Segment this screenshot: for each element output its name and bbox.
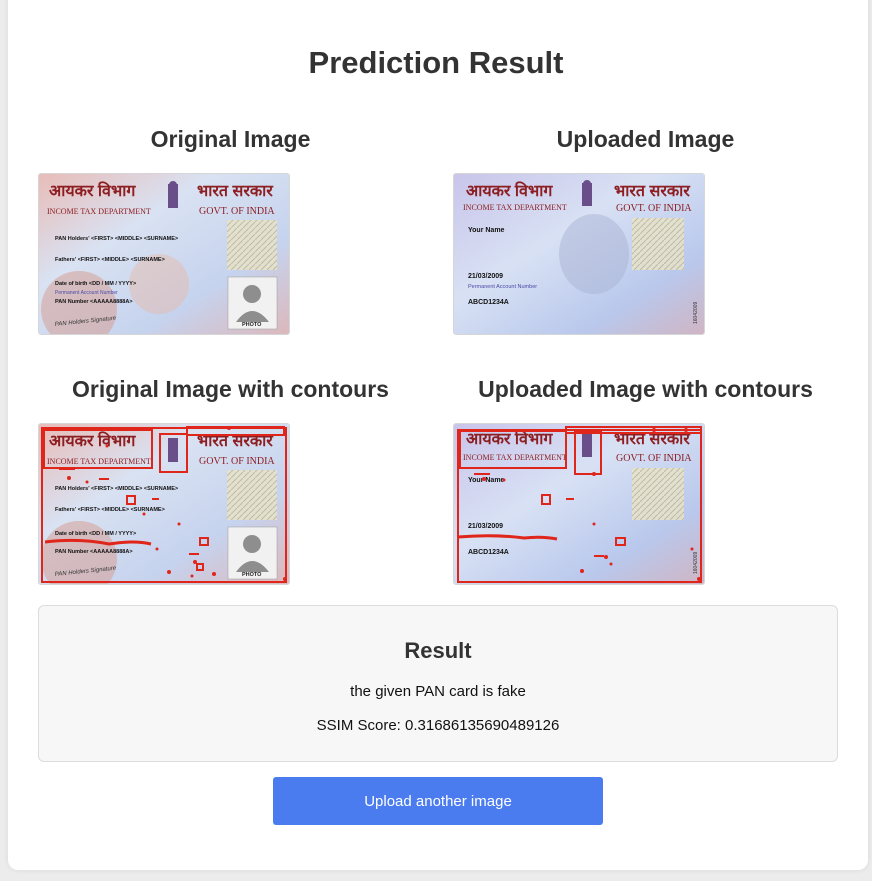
result-message: the given PAN card is fake (350, 683, 526, 700)
hologram-icon (227, 470, 277, 520)
dept-text: INCOME TAX DEPARTMENT (463, 203, 567, 212)
emblem-icon (168, 181, 178, 208)
hologram-icon (227, 220, 277, 270)
govt-text: GOVT. OF INDIA (199, 206, 275, 217)
result-panel: Result the given PAN card is fake SSIM S… (38, 605, 838, 762)
father-name-text: Fathers' <FIRST> <MIDDLE> <SURNAME> (55, 257, 165, 263)
original-contours-title: Original Image with contours (72, 376, 389, 402)
name-label-text: Your Name (468, 227, 505, 234)
result-title: Result (404, 638, 472, 663)
original-image-title: Original Image (150, 126, 311, 152)
hindi-dept-text: आयकर विभाग (466, 181, 553, 200)
hindi-dept-text: आयकर विभाग (49, 181, 136, 200)
hologram-icon (632, 218, 684, 270)
emblem-icon (582, 434, 592, 457)
pan-label-text: Permanent Account Number (55, 290, 118, 296)
govt-text: GOVT. OF INDIA (616, 453, 692, 464)
dob-text: 21/03/2009 (468, 273, 503, 280)
ssim-score: SSIM Score: 0.31686135690489126 (316, 717, 560, 734)
dob-text: Date of birth <DD / MM / YYYY> (55, 531, 136, 537)
holder-name-text: PAN Holders' <FIRST> <MIDDLE> <SURNAME> (55, 486, 178, 492)
pan-number-text: PAN Number <AAAAA8888A> (55, 549, 133, 555)
dept-text: INCOME TAX DEPARTMENT (47, 207, 151, 216)
pan-number-text: PAN Number <AAAAA8888A> (55, 299, 133, 305)
upload-another-button[interactable]: Upload another image (273, 777, 603, 825)
original-contours-image: आयकर विभाग भारत सरकार INCOME TAX DEPARTM… (38, 423, 290, 585)
hologram-icon (632, 468, 684, 520)
pan-number-text: ABCD1234A (468, 549, 509, 556)
uploaded-image-title: Uploaded Image (556, 126, 735, 152)
name-label-text: Your Name (468, 477, 505, 484)
hindi-dept-text: आयकर विभाग (49, 431, 136, 450)
pan-number-text: ABCD1234A (468, 299, 509, 306)
emblem-icon (582, 180, 592, 206)
govt-text: GOVT. OF INDIA (616, 203, 692, 214)
dob-text: 21/03/2009 (468, 523, 503, 530)
father-name-text: Fathers' <FIRST> <MIDDLE> <SURNAME> (55, 507, 165, 513)
pan-label-text: Permanent Account Number (468, 284, 537, 290)
photo-label: PHOTO (242, 572, 262, 578)
hindi-govt-text: भारत सरकार (197, 183, 274, 200)
page-title: Prediction Result (308, 45, 564, 80)
dob-text: Date of birth <DD / MM / YYYY> (55, 281, 136, 287)
original-pan-image: आयकर विभाग भारत सरकार INCOME TAX DEPARTM… (38, 173, 290, 335)
dept-text: INCOME TAX DEPARTMENT (463, 453, 567, 462)
hindi-govt-text: भारत सरकार (614, 183, 691, 200)
side-number-text: 16042009 (693, 302, 699, 324)
uploaded-pan-image: आयकर विभाग भारत सरकार INCOME TAX DEPARTM… (453, 173, 705, 335)
uploaded-contours-title: Uploaded Image with contours (478, 376, 813, 402)
dept-text: INCOME TAX DEPARTMENT (47, 457, 151, 466)
side-number-text: 16042009 (693, 552, 699, 574)
holder-name-text: PAN Holders' <FIRST> <MIDDLE> <SURNAME> (55, 236, 178, 242)
photo-icon: PHOTO (227, 276, 278, 330)
govt-text: GOVT. OF INDIA (199, 456, 275, 467)
uploaded-contours-image: आयकर विभाग भारत सरकार INCOME TAX DEPARTM… (453, 423, 705, 585)
emblem-icon (168, 438, 178, 462)
photo-label: PHOTO (242, 322, 262, 328)
